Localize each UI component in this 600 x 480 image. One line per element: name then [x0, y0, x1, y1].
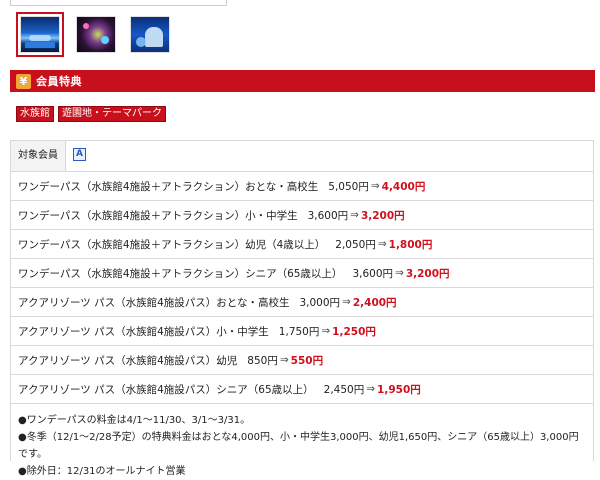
discount-price: 550円 — [290, 354, 324, 367]
arrow-icon: ⇒ — [370, 180, 380, 192]
price-row: アクアリゾーツ パス（水族館4施設パス）シニア（65歳以上） 2,450円 ⇒ … — [11, 375, 593, 404]
aquarium-light-show-thumbnail[interactable] — [16, 12, 64, 57]
plan-name: ワンデーパス（水族館4施設＋アトラクション）シニア（65歳以上） — [18, 267, 343, 280]
blue-projection-image — [130, 16, 170, 53]
arrow-icon: ⇒ — [279, 354, 289, 366]
discount-price: 1,800円 — [388, 238, 433, 251]
price-row: ワンデーパス（水族館4施設＋アトラクション）おとな・高校生 5,050円 ⇒ 4… — [11, 172, 593, 201]
price-row: アクアリゾーツ パス（水族館4施設パス）小・中学生 1,750円 ⇒ 1,250… — [11, 317, 593, 346]
blue-projection-thumbnail[interactable] — [126, 12, 174, 57]
tab-target-members[interactable]: 対象会員 — [11, 141, 66, 171]
top-frame-edge — [10, 0, 227, 6]
discount-price: 4,400円 — [381, 180, 426, 193]
price-row: ワンデーパス（水族館4施設＋アトラクション）小・中学生 3,600円 ⇒ 3,2… — [11, 201, 593, 230]
price-row: アクアリゾーツ パス（水族館4施設パス）おとな・高校生 3,000円 ⇒ 2,4… — [11, 288, 593, 317]
tag-aquarium[interactable]: 水族館 — [16, 106, 54, 122]
discount-price: 1,950円 — [377, 383, 421, 396]
plan-name: アクアリゾーツ パス（水族館4施設パス）小・中学生 — [18, 325, 269, 338]
arrow-icon: ⇒ — [350, 209, 359, 221]
plan-name: アクアリゾーツ パス（水族館4施設パス）おとな・高校生 — [18, 296, 290, 309]
benefits-panel: 対象会員 A ワンデーパス（水族館4施設＋アトラクション）おとな・高校生 5,0… — [10, 140, 594, 477]
price-row: ワンデーパス（水族館4施設＋アトラクション）幼児（4歳以上） 2,050円 ⇒ … — [11, 230, 593, 259]
plan-name: ワンデーパス（水族館4施設＋アトラクション）幼児（4歳以上） — [18, 238, 326, 251]
arrow-icon: ⇒ — [395, 267, 404, 279]
plan-name: アクアリゾーツ パス（水族館4施設パス）幼児 — [18, 354, 238, 367]
neon-attraction-image — [76, 16, 116, 53]
note-season: ●ワンデーパスの料金は4/1～11/30、3/1～3/31。 — [18, 415, 251, 426]
aquarium-light-show-image — [20, 16, 60, 53]
tag-amusement-park[interactable]: 遊園地・テーマパーク — [58, 106, 166, 122]
discount-price: 1,250円 — [332, 325, 376, 338]
panel-header: 対象会員 A — [11, 141, 593, 172]
neon-attraction-thumbnail[interactable] — [72, 12, 120, 57]
member-rank-badge: A — [73, 148, 86, 161]
notes-block: ●ワンデーパスの料金は4/1～11/30、3/1～3/31。 ●冬季（12/1～… — [11, 404, 593, 480]
category-tags: 水族館 遊園地・テーマパーク — [16, 106, 166, 122]
discount-price: 3,200円 — [360, 209, 405, 222]
discount-price: 3,200円 — [405, 267, 450, 280]
arrow-icon: ⇒ — [342, 296, 351, 308]
original-price: 2,450円 — [323, 383, 365, 396]
discount-price: 2,400円 — [352, 296, 397, 309]
arrow-icon: ⇒ — [321, 325, 331, 337]
member-benefits-header: ¥ 会員特典 — [10, 70, 595, 92]
original-price: 850円 — [247, 354, 278, 367]
original-price: 3,600円 — [307, 209, 349, 222]
original-price: 1,750円 — [278, 325, 320, 338]
arrow-icon: ⇒ — [377, 238, 387, 250]
arrow-icon: ⇒ — [366, 383, 376, 395]
plan-name: ワンデーパス（水族館4施設＋アトラクション）おとな・高校生 — [18, 180, 319, 193]
note-exclusion: ●除外日：12/31のオールナイト営業 — [18, 466, 186, 477]
price-row: ワンデーパス（水族館4施設＋アトラクション）シニア（65歳以上） 3,600円 … — [11, 259, 593, 288]
original-price: 3,000円 — [299, 296, 341, 309]
original-price: 2,050円 — [335, 238, 376, 251]
original-price: 3,600円 — [352, 267, 393, 280]
yen-icon: ¥ — [16, 73, 31, 89]
section-title: 会員特典 — [36, 75, 82, 88]
note-winter-price: ●冬季（12/1～2/28予定）の特典料金はおとな4,000円、小・中学生3,0… — [18, 432, 579, 460]
original-price: 5,050円 — [328, 180, 369, 193]
plan-name: アクアリゾーツ パス（水族館4施設パス）シニア（65歳以上） — [18, 383, 314, 396]
price-row: アクアリゾーツ パス（水族館4施設パス）幼児 850円 ⇒ 550円 — [11, 346, 593, 375]
plan-name: ワンデーパス（水族館4施設＋アトラクション）小・中学生 — [18, 209, 298, 222]
